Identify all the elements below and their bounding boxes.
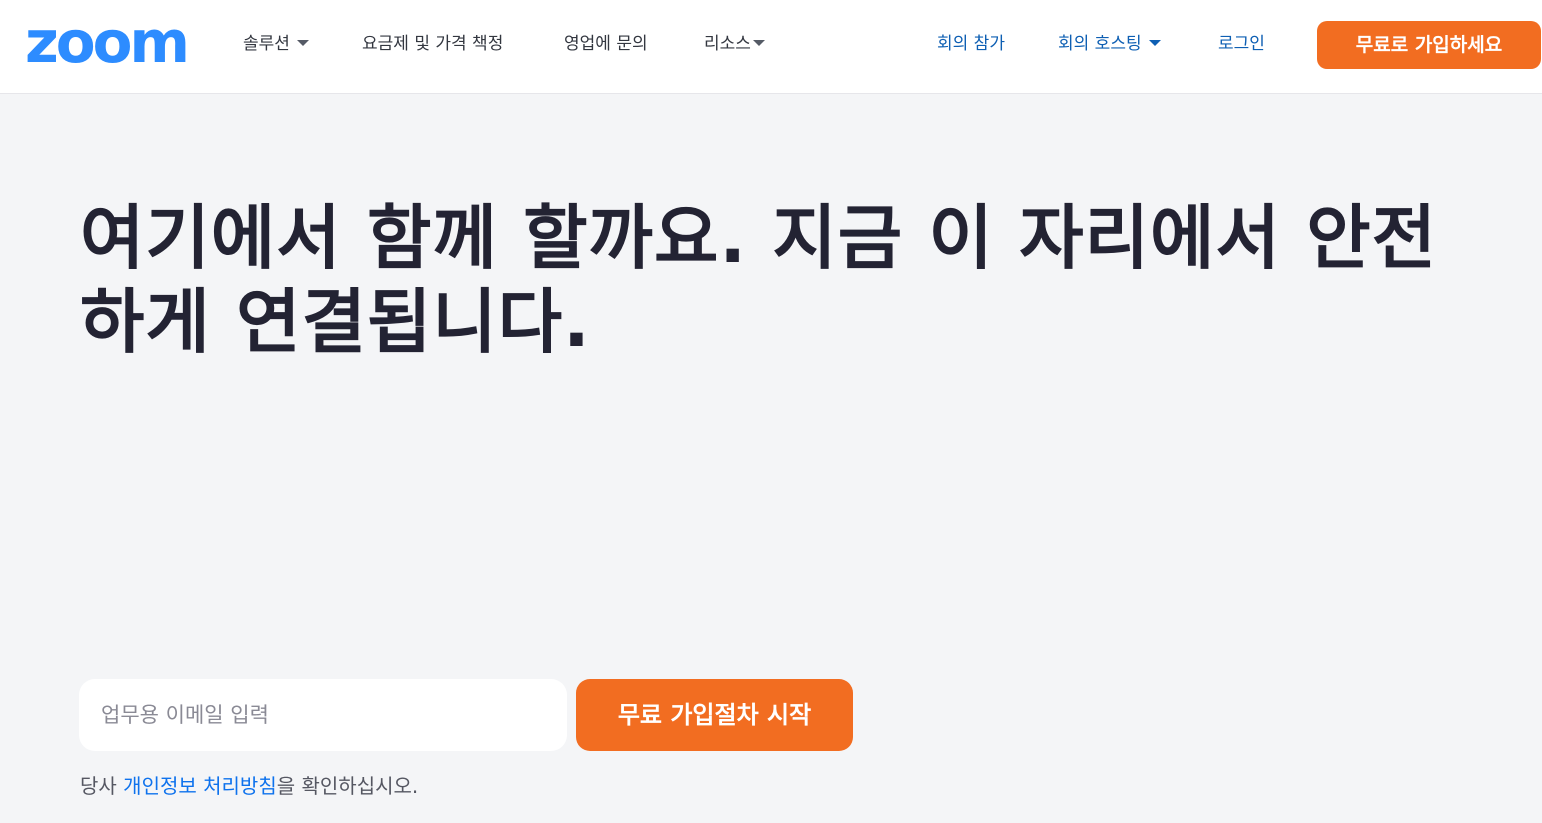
- nav-sign-in[interactable]: 로그인: [1218, 33, 1265, 55]
- privacy-suffix: 을 확인하십시오.: [276, 774, 419, 798]
- nav-host-meeting[interactable]: 회의 호스팅: [1058, 33, 1161, 55]
- nav-pricing-label: 요금제 및 가격 책정: [362, 34, 504, 54]
- nav-solutions-label: 솔루션: [243, 34, 290, 54]
- hero-title: 여기에서 함께 할까요. 지금 이 자리에서 안전하게 연결됩니다.: [80, 197, 1438, 363]
- caret-down-icon: [1148, 40, 1161, 46]
- nav-pricing[interactable]: 요금제 및 가격 책정: [362, 33, 503, 55]
- caret-down-icon: [752, 40, 765, 46]
- nav-contact-sales-label: 영업에 문의: [564, 34, 648, 54]
- work-email-input[interactable]: [79, 679, 567, 751]
- nav-sign-in-label: 로그인: [1218, 34, 1265, 54]
- nav-contact-sales[interactable]: 영업에 문의: [564, 33, 648, 55]
- start-signup-button[interactable]: 무료 가입절차 시작: [576, 679, 853, 751]
- site-header: zoom 솔루션 요금제 및 가격 책정 영업에 문의 리소스 회의 참가 회의…: [0, 0, 1542, 94]
- nav-resources[interactable]: 리소스: [704, 33, 765, 55]
- privacy-prefix: 당사: [80, 774, 124, 798]
- nav-resources-label: 리소스: [704, 34, 751, 54]
- nav-join-meeting[interactable]: 회의 참가: [937, 33, 1005, 55]
- privacy-policy-link[interactable]: 개인정보 처리방침: [123, 774, 277, 798]
- nav-join-meeting-label: 회의 참가: [937, 34, 1005, 54]
- logo-text: zoom: [25, 14, 187, 70]
- nav-host-meeting-label: 회의 호스팅: [1058, 34, 1142, 54]
- signup-free-button[interactable]: 무료로 가입하세요: [1317, 21, 1541, 69]
- zoom-logo[interactable]: zoom: [25, 14, 195, 70]
- caret-down-icon: [296, 40, 309, 46]
- privacy-notice: 당사 개인정보 처리방침을 확인하십시오.: [80, 773, 418, 799]
- nav-solutions[interactable]: 솔루션: [243, 33, 309, 55]
